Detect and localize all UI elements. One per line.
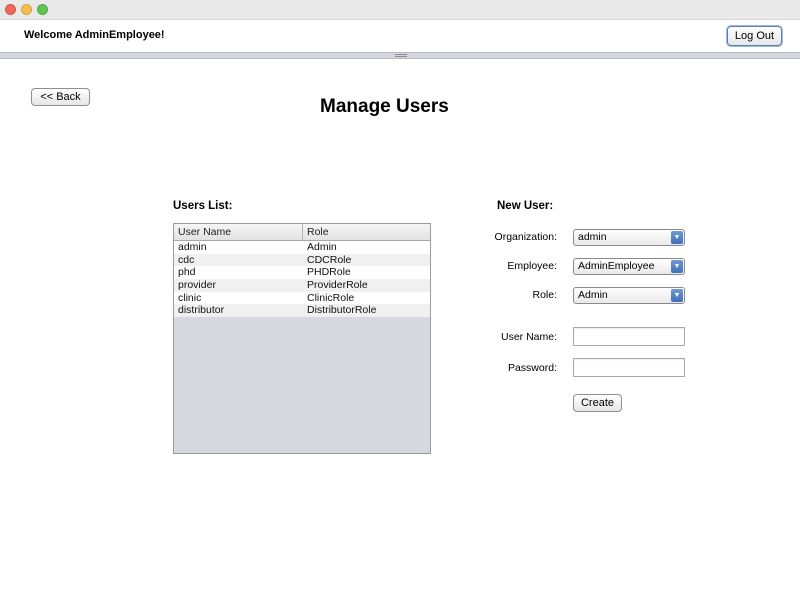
- users-list-label: Users List:: [173, 200, 233, 212]
- zoom-window-icon[interactable]: [37, 4, 48, 15]
- page-title: Manage Users: [320, 96, 449, 117]
- triangle-down-icon[interactable]: ▼: [671, 289, 683, 302]
- column-header-role[interactable]: Role: [303, 224, 430, 241]
- cell-user-name: provider: [178, 279, 216, 292]
- cell-user-name: distributor: [178, 304, 225, 317]
- users-table[interactable]: User Name Role admin Admin cdc CDCRole p…: [173, 223, 431, 454]
- table-header: User Name Role: [174, 224, 430, 241]
- organization-dropdown[interactable]: admin ▼: [573, 229, 685, 246]
- create-button[interactable]: Create: [573, 394, 622, 412]
- organization-selected-value: admin: [578, 231, 607, 243]
- cell-role: ProviderRole: [307, 279, 368, 292]
- cell-role: CDCRole: [307, 253, 352, 266]
- minimize-window-icon[interactable]: [21, 4, 32, 15]
- cell-role: ClinicRole: [307, 291, 355, 304]
- role-selected-value: Admin: [578, 289, 608, 301]
- password-label: Password:: [507, 362, 557, 374]
- table-row[interactable]: distributor DistributorRole: [174, 304, 430, 318]
- table-row[interactable]: phd PHDRole: [174, 266, 430, 280]
- table-row[interactable]: clinic ClinicRole: [174, 291, 430, 305]
- divider-grip-icon[interactable]: [395, 54, 407, 57]
- cell-role: DistributorRole: [307, 304, 377, 317]
- top-header: Welcome AdminEmployee! Log Out: [0, 20, 800, 52]
- welcome-message: Welcome AdminEmployee!: [24, 29, 165, 41]
- username-field[interactable]: [573, 327, 685, 346]
- logout-button[interactable]: Log Out: [727, 26, 782, 46]
- back-button[interactable]: << Back: [31, 88, 90, 106]
- triangle-down-icon[interactable]: ▼: [671, 231, 683, 244]
- triangle-down-icon[interactable]: ▼: [671, 260, 683, 273]
- cell-user-name: admin: [178, 241, 207, 253]
- column-header-user-name[interactable]: User Name: [174, 224, 303, 241]
- cell-user-name: cdc: [178, 253, 195, 266]
- employee-label: Employee:: [507, 260, 557, 272]
- table-row[interactable]: cdc CDCRole: [174, 253, 430, 267]
- username-label: User Name:: [500, 331, 557, 343]
- window-titlebar: [0, 0, 800, 20]
- role-dropdown[interactable]: Admin ▼: [573, 287, 685, 304]
- cell-role: PHDRole: [307, 266, 351, 279]
- cell-user-name: clinic: [178, 291, 202, 304]
- table-row[interactable]: provider ProviderRole: [174, 279, 430, 292]
- employee-selected-value: AdminEmployee: [578, 260, 655, 272]
- organization-label: Organization:: [494, 231, 557, 243]
- cell-role: Admin: [307, 241, 337, 253]
- password-field[interactable]: [573, 358, 685, 377]
- table-row[interactable]: admin Admin: [174, 241, 430, 254]
- close-window-icon[interactable]: [5, 4, 16, 15]
- employee-dropdown[interactable]: AdminEmployee ▼: [573, 258, 685, 275]
- new-user-label: New User:: [497, 200, 554, 212]
- role-label: Role:: [532, 289, 557, 301]
- split-pane-divider[interactable]: [0, 52, 800, 59]
- cell-user-name: phd: [178, 266, 196, 279]
